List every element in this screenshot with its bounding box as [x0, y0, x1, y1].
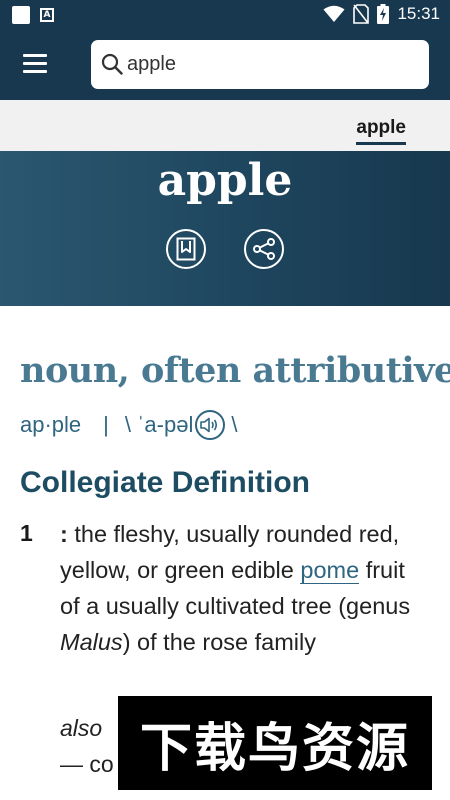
bookmark-button[interactable] — [166, 229, 206, 269]
syllables: ap·ple — [20, 412, 82, 437]
share-icon — [253, 238, 275, 260]
genus-name: Malus — [60, 629, 123, 655]
watermark-overlay: 下载鸟资源 — [118, 696, 432, 790]
status-time: 15:31 — [397, 4, 440, 23]
share-button[interactable] — [244, 229, 284, 269]
sense-number: 1 — [20, 520, 33, 546]
compare-line: — co — [60, 751, 114, 777]
wifi-icon — [323, 5, 345, 22]
status-bar-right: 15:31 — [323, 4, 440, 24]
search-input[interactable] — [127, 49, 417, 79]
pronunciation-text: \ ˈa-pəl — [124, 412, 194, 437]
notification-square-icon — [12, 6, 30, 24]
no-sim-icon — [353, 4, 370, 24]
pronunciation-row: ap·ple | \ ˈa-pəl \ — [20, 408, 237, 442]
entry-header: apple — [0, 151, 450, 306]
pronunciation-close: \ — [231, 412, 238, 437]
headword: apple — [157, 155, 293, 206]
hamburger-menu-icon[interactable] — [23, 54, 47, 74]
pron-separator: | — [103, 412, 109, 437]
a-square-icon: A — [40, 8, 54, 22]
battery-charging-icon — [377, 4, 390, 24]
tab-apple[interactable]: apple — [356, 117, 406, 145]
speaker-icon — [200, 417, 218, 433]
also-label: also — [60, 715, 103, 741]
search-box[interactable] — [91, 40, 429, 89]
section-title: Collegiate Definition — [20, 466, 311, 499]
audio-play-button[interactable] — [195, 410, 226, 440]
tab-strip: apple — [0, 100, 450, 151]
definition-text-3: ) of the rose family — [122, 629, 316, 655]
part-of-speech: noun, often attributive — [20, 350, 450, 391]
pome-link[interactable]: pome — [300, 557, 360, 584]
status-bar-left: A — [12, 6, 54, 24]
app-bar — [0, 30, 450, 100]
bookmark-icon — [176, 237, 196, 261]
search-icon — [101, 53, 123, 75]
definition-colon: : — [60, 521, 68, 547]
definition-text: : the fleshy, usually rounded red, yello… — [60, 516, 425, 660]
status-bar: A 15:31 — [0, 0, 450, 30]
